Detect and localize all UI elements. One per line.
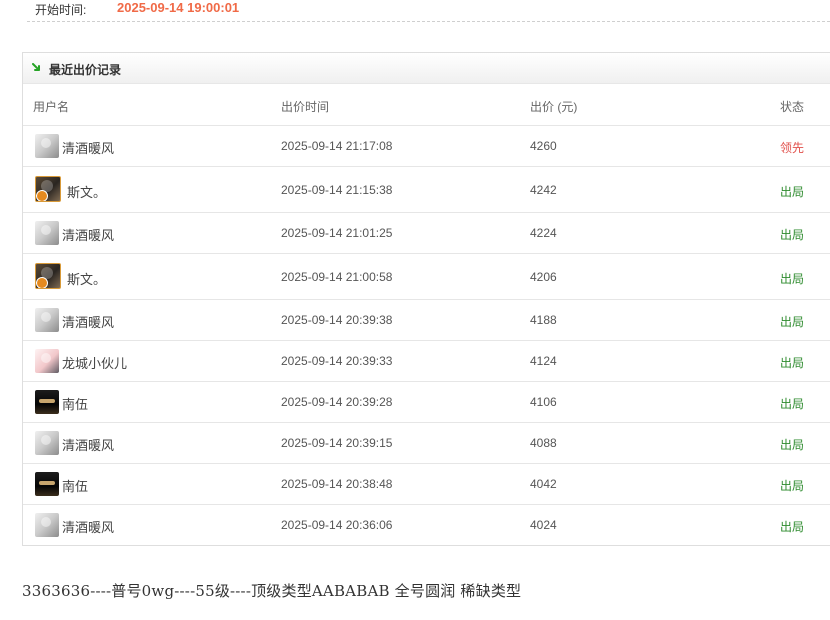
column-header-status: 状态 — [780, 100, 805, 114]
bid-status: 出局 — [780, 185, 805, 199]
bid-price: 4106 — [530, 395, 557, 409]
start-time-label: 开始时间: — [35, 3, 87, 17]
table-row: 清酒暖风 2025-09-14 20:36:06 4024 出局 — [23, 505, 830, 545]
avatar[interactable] — [35, 263, 61, 289]
bid-time: 2025-09-14 21:15:38 — [281, 183, 393, 197]
bid-status: 出局 — [780, 228, 805, 242]
username[interactable]: 南伍 — [62, 476, 88, 495]
bid-time: 2025-09-14 20:39:33 — [281, 354, 393, 368]
username[interactable]: 龙城小伙儿 — [62, 353, 127, 372]
start-time-row: 开始时间: 2025-09-14 19:00:01 — [27, 0, 830, 22]
recent-bids-panel: 最近出价记录 用户名 出价时间 出价 (元) 状态 清酒暖风 2025-09-1… — [22, 52, 830, 546]
bid-status: 出局 — [780, 520, 805, 534]
bid-status: 出局 — [780, 438, 805, 452]
green-arrow-down-right-icon — [32, 63, 40, 71]
username[interactable]: 清酒暖风 — [62, 517, 114, 536]
table-row: 南伍 2025-09-14 20:38:48 4042 出局 — [23, 464, 830, 505]
username[interactable]: 南伍 — [62, 394, 88, 413]
bid-status: 出局 — [780, 479, 805, 493]
bid-time: 2025-09-14 20:36:06 — [281, 518, 393, 532]
avatar[interactable] — [35, 349, 59, 373]
bid-status: 出局 — [780, 397, 805, 411]
bid-price: 4124 — [530, 354, 557, 368]
avatar[interactable] — [35, 176, 61, 202]
table-row: 斯文。 2025-09-14 21:15:38 4242 出局 — [23, 167, 830, 213]
bid-time: 2025-09-14 21:00:58 — [281, 270, 393, 284]
bid-time: 2025-09-14 20:39:38 — [281, 313, 393, 327]
bid-time: 2025-09-14 21:01:25 — [281, 226, 393, 240]
username[interactable]: 斯文。 — [67, 182, 106, 201]
table-row: 南伍 2025-09-14 20:39:28 4106 出局 — [23, 382, 830, 423]
avatar[interactable] — [35, 472, 59, 496]
bid-price: 4224 — [530, 226, 557, 240]
username[interactable]: 斯文。 — [67, 269, 106, 288]
bid-price: 4206 — [530, 270, 557, 284]
account-description: 3363636----普号0wg----55级----顶级类型AABABAB 全… — [22, 582, 522, 600]
bid-price: 4042 — [530, 477, 557, 491]
bid-price: 4188 — [530, 313, 557, 327]
bid-time: 2025-09-14 20:38:48 — [281, 477, 393, 491]
bid-status: 领先 — [780, 141, 805, 155]
bid-price: 4088 — [530, 436, 557, 450]
avatar[interactable] — [35, 431, 59, 455]
bid-time: 2025-09-14 20:39:15 — [281, 436, 393, 450]
panel-title: 最近出价记录 — [49, 63, 122, 77]
bid-price: 4260 — [530, 139, 557, 153]
avatar[interactable] — [35, 513, 59, 537]
avatar[interactable] — [35, 221, 59, 245]
bid-status: 出局 — [780, 315, 805, 329]
table-row: 斯文。 2025-09-14 21:00:58 4206 出局 — [23, 254, 830, 300]
column-header-bid-time: 出价时间 — [281, 100, 330, 114]
bid-time: 2025-09-14 21:17:08 — [281, 139, 393, 153]
username[interactable]: 清酒暖风 — [62, 312, 114, 331]
panel-header: 最近出价记录 — [23, 53, 830, 84]
vip-badge-icon — [36, 277, 48, 288]
column-header-bid-price: 出价 (元) — [530, 100, 578, 114]
table-row: 清酒暖风 2025-09-14 21:17:08 4260 领先 — [23, 126, 830, 167]
table-row: 清酒暖风 2025-09-14 21:01:25 4224 出局 — [23, 213, 830, 254]
avatar[interactable] — [35, 308, 59, 332]
table-row: 龙城小伙儿 2025-09-14 20:39:33 4124 出局 — [23, 341, 830, 382]
username[interactable]: 清酒暖风 — [62, 138, 114, 157]
vip-badge-icon — [36, 190, 48, 201]
bid-price: 4242 — [530, 183, 557, 197]
avatar[interactable] — [35, 390, 59, 414]
bid-price: 4024 — [530, 518, 557, 532]
column-header-username: 用户名 — [33, 100, 70, 114]
username[interactable]: 清酒暖风 — [62, 435, 114, 454]
bid-time: 2025-09-14 20:39:28 — [281, 395, 393, 409]
bid-status: 出局 — [780, 356, 805, 370]
start-time-value: 2025-09-14 19:00:01 — [117, 0, 240, 15]
username[interactable]: 清酒暖风 — [62, 225, 114, 244]
avatar[interactable] — [35, 134, 59, 158]
table-row: 清酒暖风 2025-09-14 20:39:38 4188 出局 — [23, 300, 830, 341]
bid-status: 出局 — [780, 272, 805, 286]
table-row: 清酒暖风 2025-09-14 20:39:15 4088 出局 — [23, 423, 830, 464]
table-header: 用户名 出价时间 出价 (元) 状态 — [23, 84, 830, 126]
